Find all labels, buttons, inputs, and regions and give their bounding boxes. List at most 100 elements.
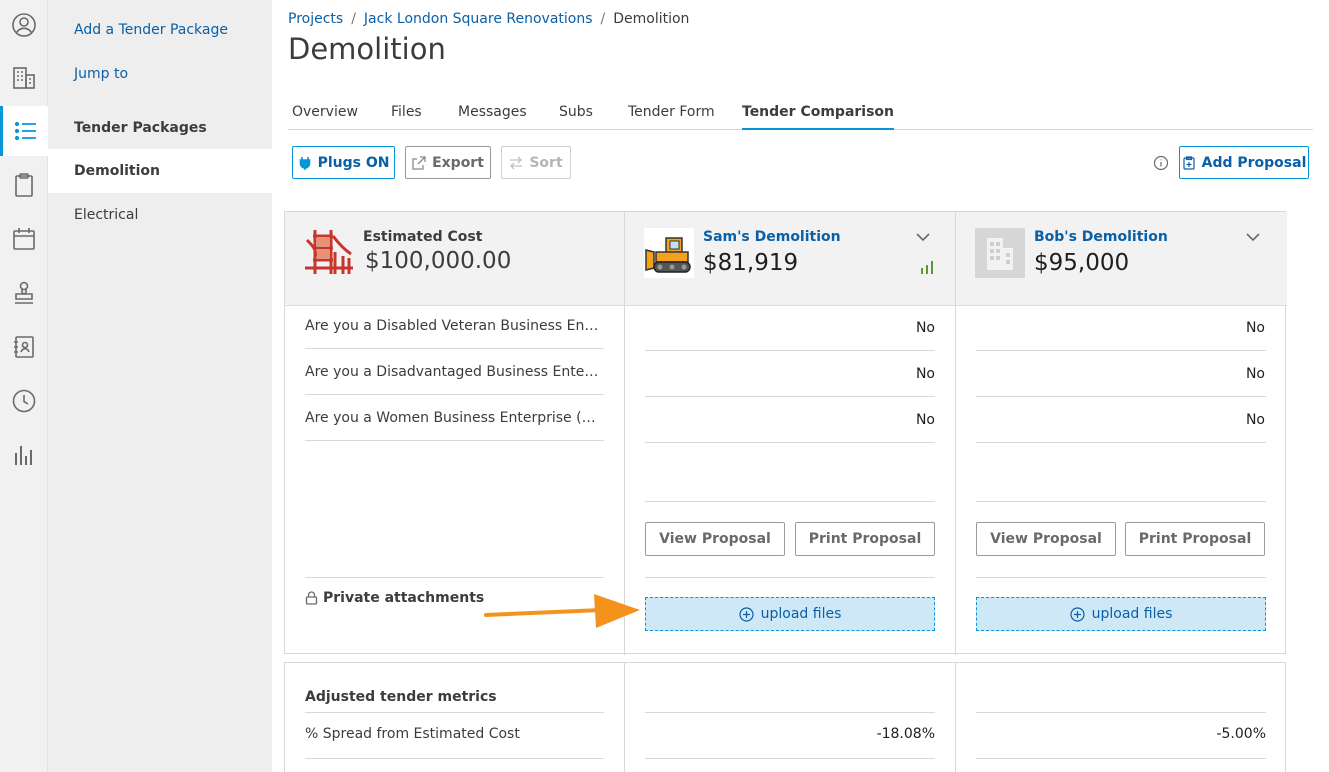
question-label-dbe: Are you a Disadvantaged Business Enterpr… [305, 364, 603, 380]
row-divider [305, 394, 604, 395]
calendar-icon[interactable] [0, 214, 48, 264]
private-attachments-text: Private attachments [323, 590, 485, 606]
icon-rail [0, 0, 48, 772]
row-divider [645, 577, 935, 578]
golden-gate-bridge-icon [305, 230, 353, 274]
row-divider [976, 396, 1266, 397]
jump-to-link[interactable]: Jump to [74, 66, 128, 82]
sort-icon [510, 156, 523, 169]
answer-sams-wbe: No [915, 412, 935, 428]
column-divider [955, 212, 956, 655]
tender-sidebar: Add a Tender Package Jump to Tender Pack… [48, 0, 272, 772]
upload-files-button-sams[interactable]: upload files [645, 597, 935, 631]
answer-bobs-wbe: No [1245, 412, 1265, 428]
tab-subs[interactable]: Subs [559, 104, 593, 130]
bar-chart-icon[interactable] [0, 430, 48, 480]
lock-icon [305, 591, 318, 605]
list-icon[interactable] [0, 106, 48, 156]
print-proposal-button-bobs[interactable]: Print Proposal [1125, 522, 1265, 556]
spread-value-bobs: -5.00% [1216, 726, 1266, 742]
bidder-amount-sams-demolition: $81,919 [703, 250, 799, 276]
private-attachments-label: Private attachments [305, 590, 484, 606]
answer-sams-dvbe: No [915, 320, 935, 336]
row-divider [645, 442, 935, 443]
upload-files-button-bobs[interactable]: upload files [976, 597, 1266, 631]
info-icon[interactable] [1153, 155, 1169, 171]
row-divider [645, 501, 935, 502]
main-content: Projects / Jack London Square Renovation… [272, 0, 1329, 772]
breadcrumb-project[interactable]: Jack London Square Renovations [364, 11, 593, 27]
user-circle-icon[interactable] [0, 0, 48, 50]
sort-label: Sort [529, 154, 563, 171]
row-divider [305, 712, 604, 713]
answer-bobs-dbe: No [1245, 366, 1265, 382]
estimated-cost-value: $100,000.00 [365, 248, 512, 274]
add-tender-package-link[interactable]: Add a Tender Package [74, 22, 228, 38]
tab-bar: Overview Files Messages Subs Tender Form… [288, 100, 1313, 130]
page-title: Demolition [288, 32, 446, 66]
tender-comparison-table: Estimated Cost $100,000.00 Sam's Demolit… [284, 211, 1287, 655]
row-divider [305, 758, 604, 759]
sidebar-item-electrical[interactable]: Electrical [48, 193, 272, 237]
chevron-down-icon[interactable] [916, 232, 930, 242]
spread-value-sams: -18.08% [876, 726, 935, 742]
column-divider [624, 663, 625, 772]
view-proposal-button-sams[interactable]: View Proposal [645, 522, 785, 556]
plug-icon [299, 156, 310, 170]
estimated-cost-label: Estimated Cost [363, 229, 483, 245]
row-divider [305, 348, 604, 349]
stamp-icon[interactable] [0, 268, 48, 318]
tab-tender-form[interactable]: Tender Form [628, 104, 715, 130]
export-label: Export [432, 154, 484, 171]
clock-icon[interactable] [0, 376, 48, 426]
tab-overview[interactable]: Overview [292, 104, 358, 130]
signal-bars-icon [921, 261, 933, 274]
column-divider [624, 212, 625, 655]
breadcrumb-projects[interactable]: Projects [288, 11, 343, 27]
adjusted-tender-metrics: Adjusted tender metrics % Spread from Es… [284, 662, 1286, 772]
tab-messages[interactable]: Messages [458, 104, 527, 130]
row-divider [976, 577, 1266, 578]
bulldozer-icon [644, 228, 694, 278]
view-proposal-button-bobs[interactable]: View Proposal [976, 522, 1116, 556]
bidder-name-bobs-demolition[interactable]: Bob's Demolition [1034, 229, 1168, 245]
add-proposal-label: Add Proposal [1201, 154, 1307, 171]
metrics-title: Adjusted tender metrics [305, 689, 497, 705]
plugs-on-label: Plugs ON [317, 154, 390, 171]
annotation-arrow-icon [484, 594, 640, 628]
breadcrumb-current: Demolition [613, 11, 690, 27]
upload-files-label: upload files [1091, 606, 1173, 622]
breadcrumb: Projects / Jack London Square Renovation… [288, 11, 689, 27]
tab-files[interactable]: Files [391, 104, 422, 130]
breadcrumb-separator: / [600, 11, 606, 27]
tab-tender-comparison[interactable]: Tender Comparison [742, 104, 895, 130]
column-divider [955, 663, 956, 772]
row-divider [645, 396, 935, 397]
answer-sams-dbe: No [915, 366, 935, 382]
print-proposal-button-sams[interactable]: Print Proposal [795, 522, 935, 556]
contacts-book-icon[interactable] [0, 322, 48, 372]
bidder-amount-bobs-demolition: $95,000 [1034, 250, 1130, 276]
spread-label: % Spread from Estimated Cost [305, 726, 520, 742]
export-button[interactable]: Export [405, 146, 491, 179]
sidebar-item-demolition[interactable]: Demolition [48, 149, 272, 193]
plus-circle-icon [1070, 606, 1085, 622]
row-divider [976, 712, 1266, 713]
sort-button[interactable]: Sort [501, 146, 571, 179]
row-divider [976, 350, 1266, 351]
row-divider [645, 758, 935, 759]
upload-files-label: upload files [760, 606, 842, 622]
clipboard-icon[interactable] [0, 160, 48, 210]
chevron-down-icon[interactable] [1246, 232, 1260, 242]
building-icon[interactable] [0, 53, 48, 103]
question-label-dvbe: Are you a Disabled Veteran Business Ente… [305, 318, 603, 334]
bidder-name-sams-demolition[interactable]: Sam's Demolition [703, 229, 841, 245]
breadcrumb-separator: / [351, 11, 356, 27]
plus-circle-icon [739, 606, 754, 622]
row-divider [305, 577, 604, 578]
row-divider [976, 501, 1266, 502]
plugs-on-button[interactable]: Plugs ON [292, 146, 395, 179]
building-placeholder-icon [975, 228, 1025, 278]
row-divider [976, 758, 1266, 759]
add-proposal-button[interactable]: Add Proposal [1179, 146, 1309, 179]
